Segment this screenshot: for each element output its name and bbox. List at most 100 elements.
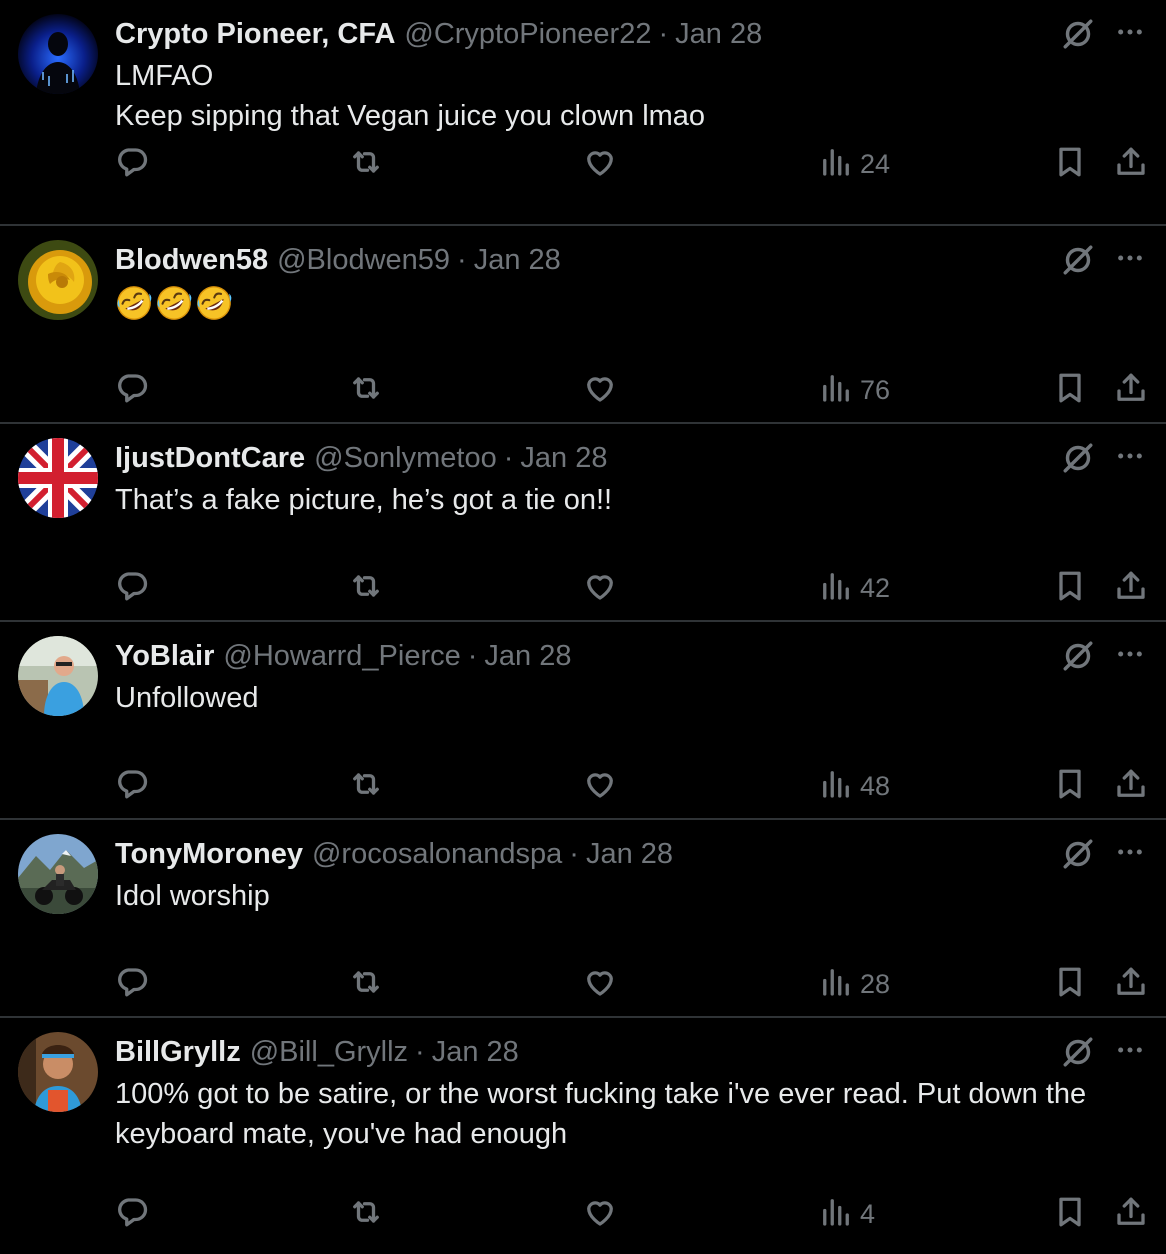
share-icon: [1113, 568, 1149, 609]
reply-button[interactable]: [114, 962, 150, 1006]
user-handle[interactable]: @CryptoPioneer22: [404, 18, 651, 51]
like-button[interactable]: [582, 764, 618, 808]
views-button[interactable]: 4: [818, 1192, 875, 1236]
bookmark-button[interactable]: [1052, 142, 1088, 186]
views-button[interactable]: 24: [818, 142, 890, 186]
share-icon: [1113, 370, 1149, 411]
reply-button[interactable]: [114, 368, 150, 412]
share-button[interactable]: [1113, 566, 1149, 610]
avatar[interactable]: [18, 240, 98, 320]
share-button[interactable]: [1113, 962, 1149, 1006]
like-button[interactable]: [582, 142, 618, 186]
user-handle[interactable]: @Howarrd_Pierce: [223, 640, 460, 673]
post-date[interactable]: Jan 28: [520, 442, 607, 475]
grok-icon[interactable]: [1060, 836, 1096, 872]
more-icon[interactable]: [1114, 638, 1146, 674]
post-date[interactable]: Jan 28: [474, 244, 561, 277]
avatar[interactable]: [18, 636, 98, 716]
user-handle[interactable]: @Blodwen59: [277, 244, 450, 277]
like-button[interactable]: [582, 1192, 618, 1236]
grok-icon[interactable]: [1060, 638, 1096, 674]
reply-button[interactable]: [114, 142, 150, 186]
views-count: 42: [860, 572, 891, 603]
retweet-button[interactable]: [348, 142, 384, 186]
display-name[interactable]: IjustDontCare: [115, 442, 305, 475]
bookmark-button[interactable]: [1052, 1192, 1088, 1236]
avatar[interactable]: [18, 834, 98, 914]
share-button[interactable]: [1113, 764, 1149, 808]
views-button[interactable]: 76: [818, 368, 890, 412]
tweet-text-line: Keep sipping that Vegan juice you clown …: [115, 100, 706, 132]
post-date[interactable]: Jan 28: [675, 18, 762, 51]
more-icon[interactable]: [1114, 440, 1146, 476]
user-handle[interactable]: @Bill_Gryllz: [250, 1036, 408, 1069]
like-button[interactable]: [582, 368, 618, 412]
retweet-button[interactable]: [348, 1192, 384, 1236]
more-icon[interactable]: [1114, 1034, 1146, 1070]
bookmark-button[interactable]: [1052, 962, 1088, 1006]
share-button[interactable]: [1113, 368, 1149, 412]
display-name[interactable]: YoBlair: [115, 640, 214, 673]
bookmark-icon: [1052, 144, 1088, 185]
bookmark-button[interactable]: [1052, 566, 1088, 610]
views-button[interactable]: 48: [818, 764, 890, 808]
bookmark-icon: [1052, 766, 1088, 807]
reply-button[interactable]: [114, 1192, 150, 1236]
more-icon[interactable]: [1114, 836, 1146, 872]
tweet-text-line: Unfollowed: [115, 682, 259, 714]
retweet-icon: [348, 766, 384, 807]
share-icon: [1113, 964, 1149, 1005]
bookmark-button[interactable]: [1052, 764, 1088, 808]
share-button[interactable]: [1113, 142, 1149, 186]
grok-icon[interactable]: [1060, 242, 1096, 278]
like-button[interactable]: [582, 566, 618, 610]
retweet-icon: [348, 568, 384, 609]
views-button[interactable]: 28: [818, 962, 890, 1006]
tweet-reply[interactable]: TonyMoroney @rocosalonandspa · Jan 28 Idol w…: [0, 820, 1166, 1018]
views-count: 24: [860, 148, 891, 179]
more-icon[interactable]: [1114, 16, 1146, 52]
separator-dot: ·: [415, 1035, 425, 1068]
retweet-button[interactable]: [348, 962, 384, 1006]
separator-dot: ·: [658, 17, 669, 50]
reply-button[interactable]: [114, 566, 150, 610]
tweet-reply[interactable]: Blodwen58 @Blodwen59 · Jan 28 76: [0, 226, 1166, 424]
display-name[interactable]: TonyMoroney: [115, 838, 303, 871]
user-handle[interactable]: @Sonlymetoo: [314, 442, 497, 475]
retweet-button[interactable]: [348, 368, 384, 412]
grok-icon[interactable]: [1060, 440, 1096, 476]
tweet-reply[interactable]: Crypto Pioneer, CFA @CryptoPioneer22 · Jan …: [0, 0, 1166, 226]
action-bar: 48: [0, 764, 1166, 808]
grok-icon[interactable]: [1060, 16, 1096, 52]
post-date[interactable]: Jan 28: [484, 640, 571, 673]
views-button[interactable]: 42: [818, 566, 890, 610]
like-icon: [582, 370, 618, 411]
post-date[interactable]: Jan 28: [432, 1036, 519, 1069]
avatar[interactable]: [18, 14, 98, 94]
share-button[interactable]: [1113, 1192, 1149, 1236]
reply-icon: [114, 766, 150, 807]
display-name[interactable]: Blodwen58: [115, 244, 268, 277]
more-icon[interactable]: [1114, 242, 1146, 278]
tweet-reply[interactable]: IjustDontCare @Sonlymetoo · Jan 28 That’s a …: [0, 424, 1166, 622]
like-button[interactable]: [582, 962, 618, 1006]
action-bar: 28: [0, 962, 1166, 1006]
display-name[interactable]: Crypto Pioneer, CFA: [115, 18, 395, 51]
tweet-text-line: LMFAO: [115, 60, 214, 92]
user-handle[interactable]: @rocosalonandspa: [312, 838, 562, 871]
avatar[interactable]: [18, 438, 98, 518]
reply-icon: [114, 568, 150, 609]
display-name[interactable]: BillGryllz: [115, 1036, 241, 1069]
views-count: 76: [860, 374, 891, 405]
reply-button[interactable]: [114, 764, 150, 808]
retweet-button[interactable]: [348, 764, 384, 808]
retweet-button[interactable]: [348, 566, 384, 610]
tweet-header: Blodwen58 @Blodwen59 · Jan 28: [115, 240, 561, 280]
tweet-reply[interactable]: BillGryllz @Bill_Gryllz · Jan 28 100% got to…: [0, 1018, 1166, 1254]
grok-icon[interactable]: [1060, 1034, 1096, 1070]
tweet-reply[interactable]: YoBlair @Howarrd_Pierce · Jan 28 Unfollowed 4…: [0, 622, 1166, 820]
post-date[interactable]: Jan 28: [586, 838, 673, 871]
avatar[interactable]: [18, 1032, 98, 1112]
bookmark-button[interactable]: [1052, 368, 1088, 412]
like-icon: [582, 766, 618, 807]
